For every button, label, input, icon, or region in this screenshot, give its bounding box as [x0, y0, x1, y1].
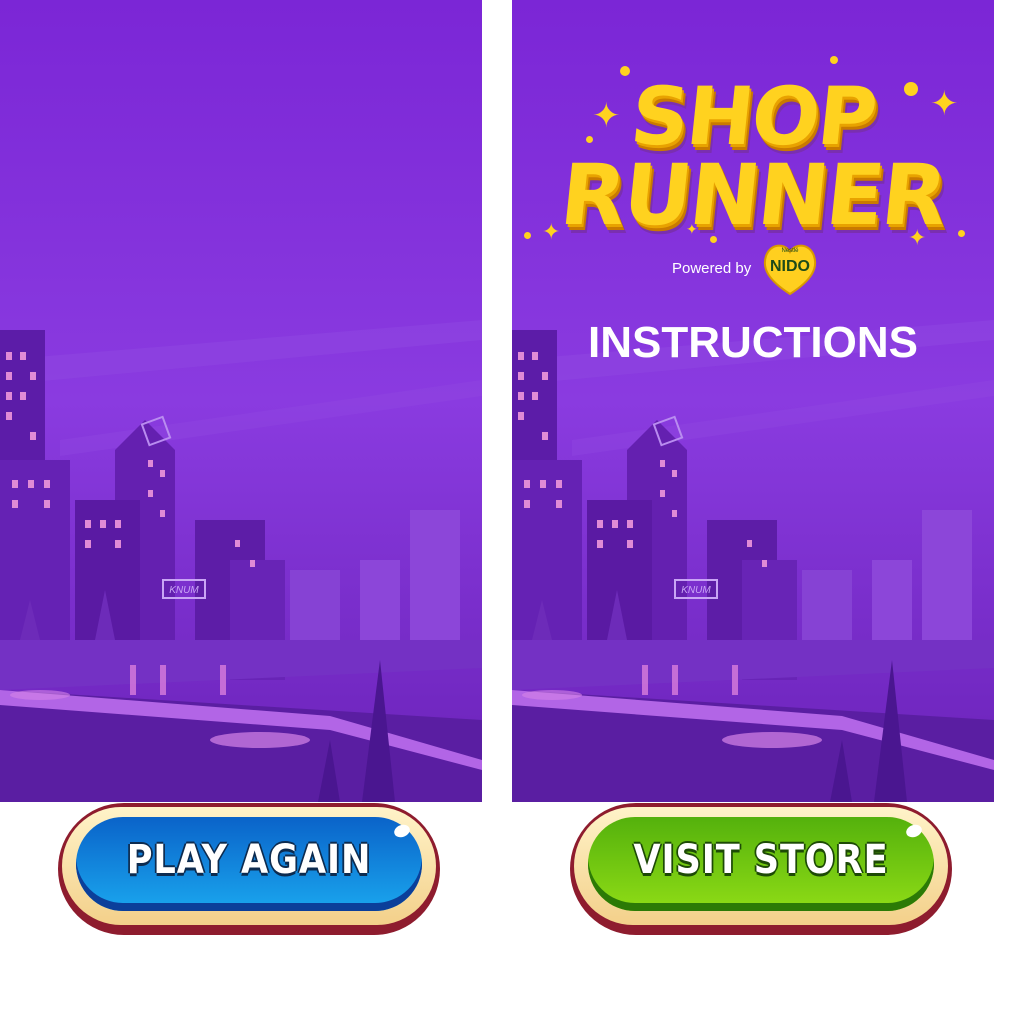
powered-by-text: Powered by — [672, 260, 752, 277]
game-screen-left: KNUM — [0, 0, 482, 802]
building-sign: KNUM — [681, 585, 711, 596]
city-background: KNUM — [0, 0, 482, 802]
nido-wordmark: NIDO — [770, 258, 810, 275]
game-screen-right: KNUM ✦ ✦ ✦ ✦ ✦ SHOP RUNNER Powered by Ne… — [512, 0, 994, 802]
play-again-label: PLAY AGAIN — [126, 837, 372, 883]
nestle-wordmark: Nestlé — [781, 248, 799, 254]
play-again-button[interactable]: PLAY AGAIN — [58, 803, 440, 935]
logo-title-line-2: RUNNER — [556, 146, 950, 244]
visit-store-label: VISIT STORE — [633, 837, 889, 883]
instructions-heading: INSTRUCTIONS — [588, 318, 918, 367]
nido-logo: Nestlé NIDO — [760, 240, 820, 296]
building-sign: KNUM — [169, 585, 199, 596]
game-logo: ✦ ✦ ✦ ✦ ✦ SHOP RUNNER Powered by Nestlé … — [512, 40, 994, 310]
visit-store-button[interactable]: VISIT STORE — [570, 803, 952, 935]
dot-decoration — [830, 56, 838, 64]
